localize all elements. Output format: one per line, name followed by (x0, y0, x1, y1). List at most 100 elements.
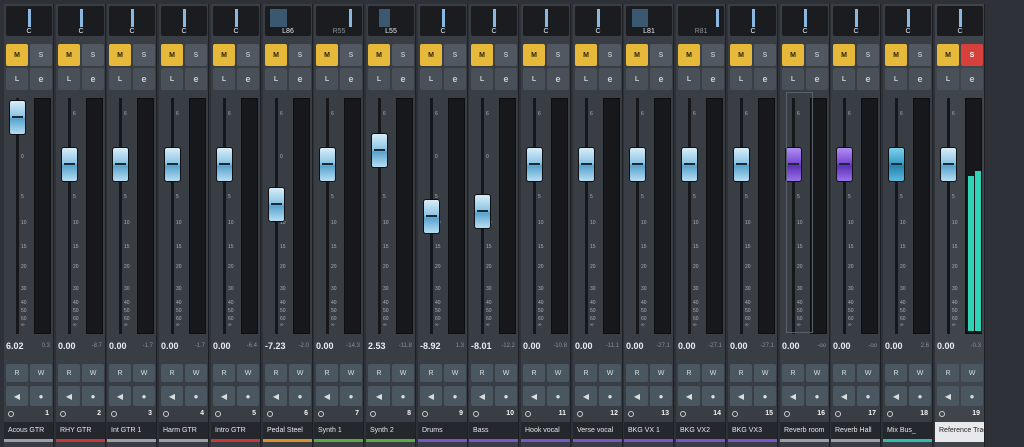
edit-channel-button[interactable]: e (392, 68, 414, 90)
listen-button[interactable]: L (265, 68, 287, 90)
read-automation-button[interactable]: R (420, 364, 442, 382)
edit-channel-button[interactable]: e (754, 68, 776, 90)
write-automation-button[interactable]: W (392, 364, 414, 382)
mute-button[interactable]: M (6, 44, 28, 66)
monitor-button[interactable]: ◀ (213, 386, 235, 406)
monitor-button[interactable]: ◀ (937, 386, 959, 406)
write-automation-button[interactable]: W (30, 364, 52, 382)
channel-name[interactable]: Hook vocal (521, 422, 570, 439)
edit-channel-button[interactable]: e (702, 68, 724, 90)
monitor-button[interactable]: ◀ (58, 386, 80, 406)
volume-value[interactable]: 0.00 (523, 341, 541, 351)
mute-button[interactable]: M (58, 44, 80, 66)
volume-value[interactable]: 0.00 (109, 341, 127, 351)
record-enable-button[interactable]: ● (909, 386, 931, 406)
volume-value[interactable]: 0.00 (782, 341, 800, 351)
fader-handle[interactable] (682, 148, 697, 181)
solo-button[interactable]: S (392, 44, 414, 66)
record-enable-button[interactable]: ● (237, 386, 259, 406)
read-automation-button[interactable]: R (6, 364, 28, 382)
mute-button[interactable]: M (265, 44, 287, 66)
mute-button[interactable]: M (368, 44, 390, 66)
monitor-button[interactable]: ◀ (368, 386, 390, 406)
record-enable-button[interactable]: ● (857, 386, 879, 406)
solo-button[interactable]: S (185, 44, 207, 66)
mute-button[interactable]: M (730, 44, 752, 66)
fader-handle[interactable] (837, 148, 852, 181)
channel-name[interactable]: Intro GTR (211, 422, 260, 439)
read-automation-button[interactable]: R (730, 364, 752, 382)
edit-channel-button[interactable]: e (289, 68, 311, 90)
fader-handle[interactable] (372, 134, 387, 167)
solo-button[interactable]: S (909, 44, 931, 66)
volume-value[interactable]: 0.00 (575, 341, 593, 351)
solo-button[interactable]: S (444, 44, 466, 66)
fader-handle[interactable] (10, 101, 25, 134)
edit-channel-button[interactable]: e (599, 68, 621, 90)
solo-button[interactable]: S (289, 44, 311, 66)
write-automation-button[interactable]: W (702, 364, 724, 382)
record-enable-button[interactable]: ● (289, 386, 311, 406)
write-automation-button[interactable]: W (961, 364, 983, 382)
solo-button[interactable]: S (754, 44, 776, 66)
solo-button[interactable]: S (340, 44, 362, 66)
read-automation-button[interactable]: R (368, 364, 390, 382)
write-automation-button[interactable]: W (650, 364, 672, 382)
channel-name[interactable]: Int GTR 1 (107, 422, 156, 439)
record-enable-button[interactable]: ● (599, 386, 621, 406)
channel-name[interactable]: Pedal Steel (263, 422, 312, 439)
edit-channel-button[interactable]: e (806, 68, 828, 90)
read-automation-button[interactable]: R (109, 364, 131, 382)
write-automation-button[interactable]: W (599, 364, 621, 382)
pan-control[interactable]: C (6, 6, 52, 36)
read-automation-button[interactable]: R (575, 364, 597, 382)
fader-handle[interactable] (62, 148, 77, 181)
fader-handle[interactable] (165, 148, 180, 181)
pan-control[interactable]: C (161, 6, 207, 36)
channel-name[interactable]: Reverb Hall (831, 422, 880, 439)
channel-name[interactable]: Bass (469, 422, 518, 439)
edit-channel-button[interactable]: e (547, 68, 569, 90)
listen-button[interactable]: L (213, 68, 235, 90)
monitor-button[interactable]: ◀ (109, 386, 131, 406)
write-automation-button[interactable]: W (444, 364, 466, 382)
mute-button[interactable]: M (575, 44, 597, 66)
pan-control[interactable]: R55 (316, 6, 362, 36)
write-automation-button[interactable]: W (237, 364, 259, 382)
read-automation-button[interactable]: R (265, 364, 287, 382)
mute-button[interactable]: M (471, 44, 493, 66)
monitor-button[interactable]: ◀ (161, 386, 183, 406)
fader-handle[interactable] (630, 148, 645, 181)
record-enable-button[interactable]: ● (650, 386, 672, 406)
mute-button[interactable]: M (523, 44, 545, 66)
pan-control[interactable]: C (937, 6, 983, 36)
pan-control[interactable]: C (782, 6, 828, 36)
solo-button[interactable]: S (650, 44, 672, 66)
edit-channel-button[interactable]: e (340, 68, 362, 90)
mute-button[interactable]: M (316, 44, 338, 66)
solo-button[interactable]: S (547, 44, 569, 66)
write-automation-button[interactable]: W (82, 364, 104, 382)
write-automation-button[interactable]: W (185, 364, 207, 382)
listen-button[interactable]: L (833, 68, 855, 90)
mute-button[interactable]: M (937, 44, 959, 66)
volume-value[interactable]: 0.00 (161, 341, 179, 351)
read-automation-button[interactable]: R (161, 364, 183, 382)
listen-button[interactable]: L (678, 68, 700, 90)
mute-button[interactable]: M (782, 44, 804, 66)
read-automation-button[interactable]: R (626, 364, 648, 382)
listen-button[interactable]: L (109, 68, 131, 90)
read-automation-button[interactable]: R (937, 364, 959, 382)
pan-control[interactable]: C (730, 6, 776, 36)
channel-name[interactable]: Acous GTR (4, 422, 53, 439)
volume-value[interactable]: 2.53 (368, 341, 386, 351)
monitor-button[interactable]: ◀ (575, 386, 597, 406)
pan-control[interactable]: R81 (678, 6, 724, 36)
read-automation-button[interactable]: R (316, 364, 338, 382)
record-enable-button[interactable]: ● (30, 386, 52, 406)
edit-channel-button[interactable]: e (857, 68, 879, 90)
edit-channel-button[interactable]: e (82, 68, 104, 90)
listen-button[interactable]: L (885, 68, 907, 90)
monitor-button[interactable]: ◀ (730, 386, 752, 406)
record-enable-button[interactable]: ● (547, 386, 569, 406)
